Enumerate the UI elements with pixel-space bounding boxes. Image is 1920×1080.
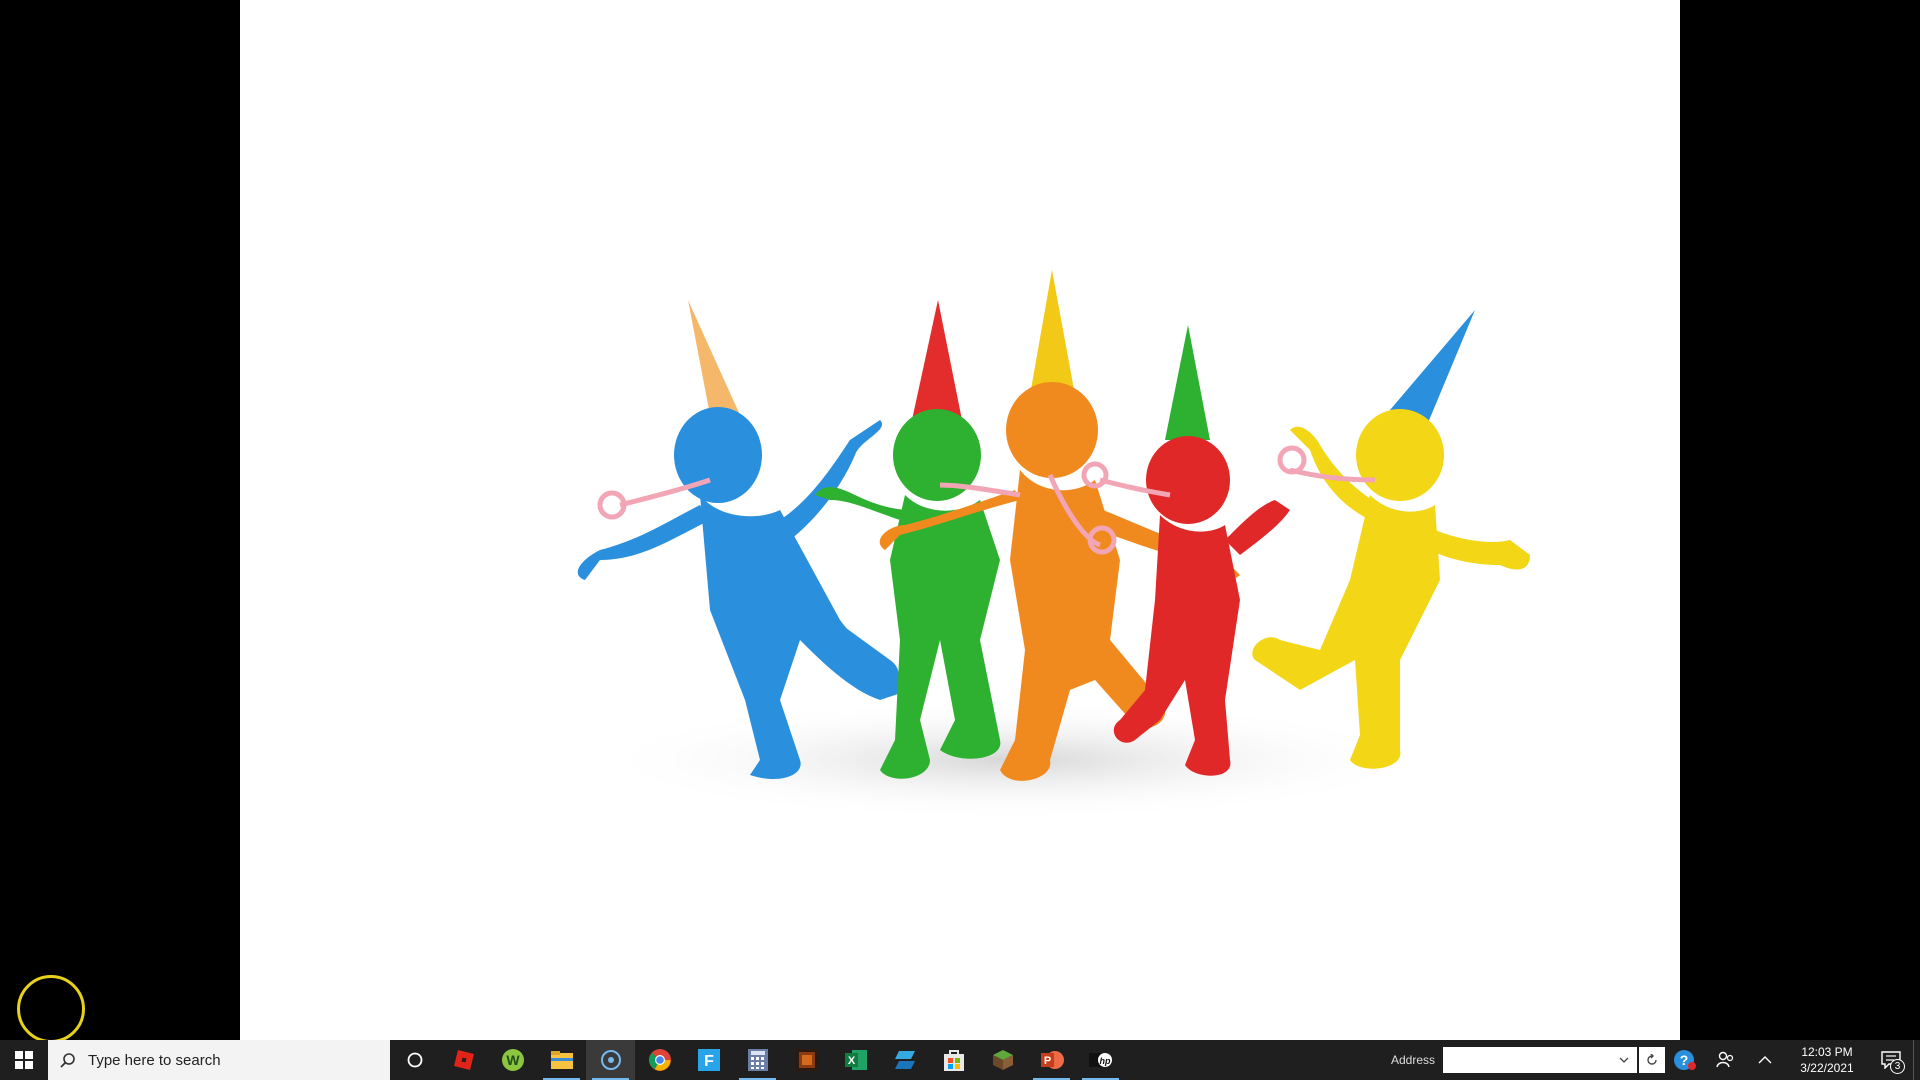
svg-text:hp: hp [1099,1056,1110,1066]
task-view-button[interactable] [390,1040,439,1080]
clock-time: 12:03 PM [1801,1045,1853,1059]
desktop-screen: Type here to search W F X P hp Address ?… [0,0,1920,1080]
address-input[interactable] [1443,1047,1637,1073]
address-refresh-button[interactable] [1639,1047,1665,1073]
system-tray: Address ? 12:03 PM 3/22/2021 3 [1391,1040,1920,1080]
clock-date: 3/22/2021 [1800,1061,1854,1075]
minecraft-dungeons-icon [795,1049,818,1071]
people-tray-button[interactable] [1705,1040,1745,1080]
file-explorer-icon [550,1051,573,1069]
svg-text:W: W [506,1052,520,1068]
system-clock[interactable]: 12:03 PM 3/22/2021 [1785,1044,1869,1076]
windows-logo-icon [15,1051,33,1069]
f-app-icon: F [697,1049,720,1071]
taskbar-app-minecraft-dungeons[interactable] [782,1040,831,1080]
svg-text:X: X [847,1055,855,1067]
taskbar-app-calculator[interactable] [733,1040,782,1080]
taskbar-search-box[interactable]: Type here to search [48,1040,390,1080]
slideshow-slide[interactable] [240,0,1680,1040]
taskbar-app-azure[interactable] [880,1040,929,1080]
cortana-icon [600,1050,621,1070]
svg-text:F: F [704,1053,714,1070]
chevron-down-icon[interactable] [1619,1057,1629,1063]
people-icon [1716,1051,1734,1068]
action-center-button[interactable]: 3 [1869,1040,1913,1080]
search-placeholder: Type here to search [88,1051,221,1069]
cursor-highlight-ring [17,975,85,1043]
help-icon: ? [1674,1050,1696,1070]
taskbar-app-minecraft[interactable] [978,1040,1027,1080]
party-figures-illustration [577,270,1530,820]
show-desktop-button[interactable] [1913,1040,1920,1080]
taskbar-app-file-explorer[interactable] [537,1040,586,1080]
w-app-icon: W [501,1049,524,1071]
taskbar: Type here to search W F X P hp Address ?… [0,1040,1920,1080]
excel-icon: X [844,1050,867,1070]
taskbar-app-store[interactable] [929,1040,978,1080]
task-view-icon [407,1052,422,1068]
azure-icon [894,1051,915,1069]
taskbar-app-excel[interactable]: X [831,1040,880,1080]
minecraft-icon [992,1050,1013,1070]
powerpoint-icon: P [1040,1051,1064,1069]
refresh-icon [1647,1054,1657,1065]
red-figure [1113,325,1290,776]
hp-icon: hp [1088,1053,1112,1067]
taskbar-app-cortana[interactable] [586,1040,635,1080]
search-icon [60,1053,75,1068]
roblox-icon [453,1050,474,1070]
address-label: Address [1390,1053,1435,1067]
yellow-figure [1252,310,1530,769]
calculator-icon [747,1049,768,1071]
svg-text:P: P [1043,1055,1050,1067]
store-icon [943,1050,964,1071]
show-hidden-icons-button[interactable] [1745,1040,1785,1080]
taskbar-app-f[interactable]: F [684,1040,733,1080]
chrome-icon [648,1049,671,1071]
svg-text:?: ? [1680,1052,1689,1068]
chevron-up-icon [1758,1056,1772,1064]
taskbar-app-powerpoint[interactable]: P [1027,1040,1076,1080]
taskbar-app-chrome[interactable] [635,1040,684,1080]
start-button[interactable] [0,1040,48,1080]
taskbar-app-roblox[interactable] [439,1040,488,1080]
help-tray-button[interactable]: ? [1665,1040,1705,1080]
taskbar-app-w[interactable]: W [488,1040,537,1080]
notification-count-badge: 3 [1890,1059,1905,1074]
taskbar-app-hp[interactable]: hp [1076,1040,1125,1080]
